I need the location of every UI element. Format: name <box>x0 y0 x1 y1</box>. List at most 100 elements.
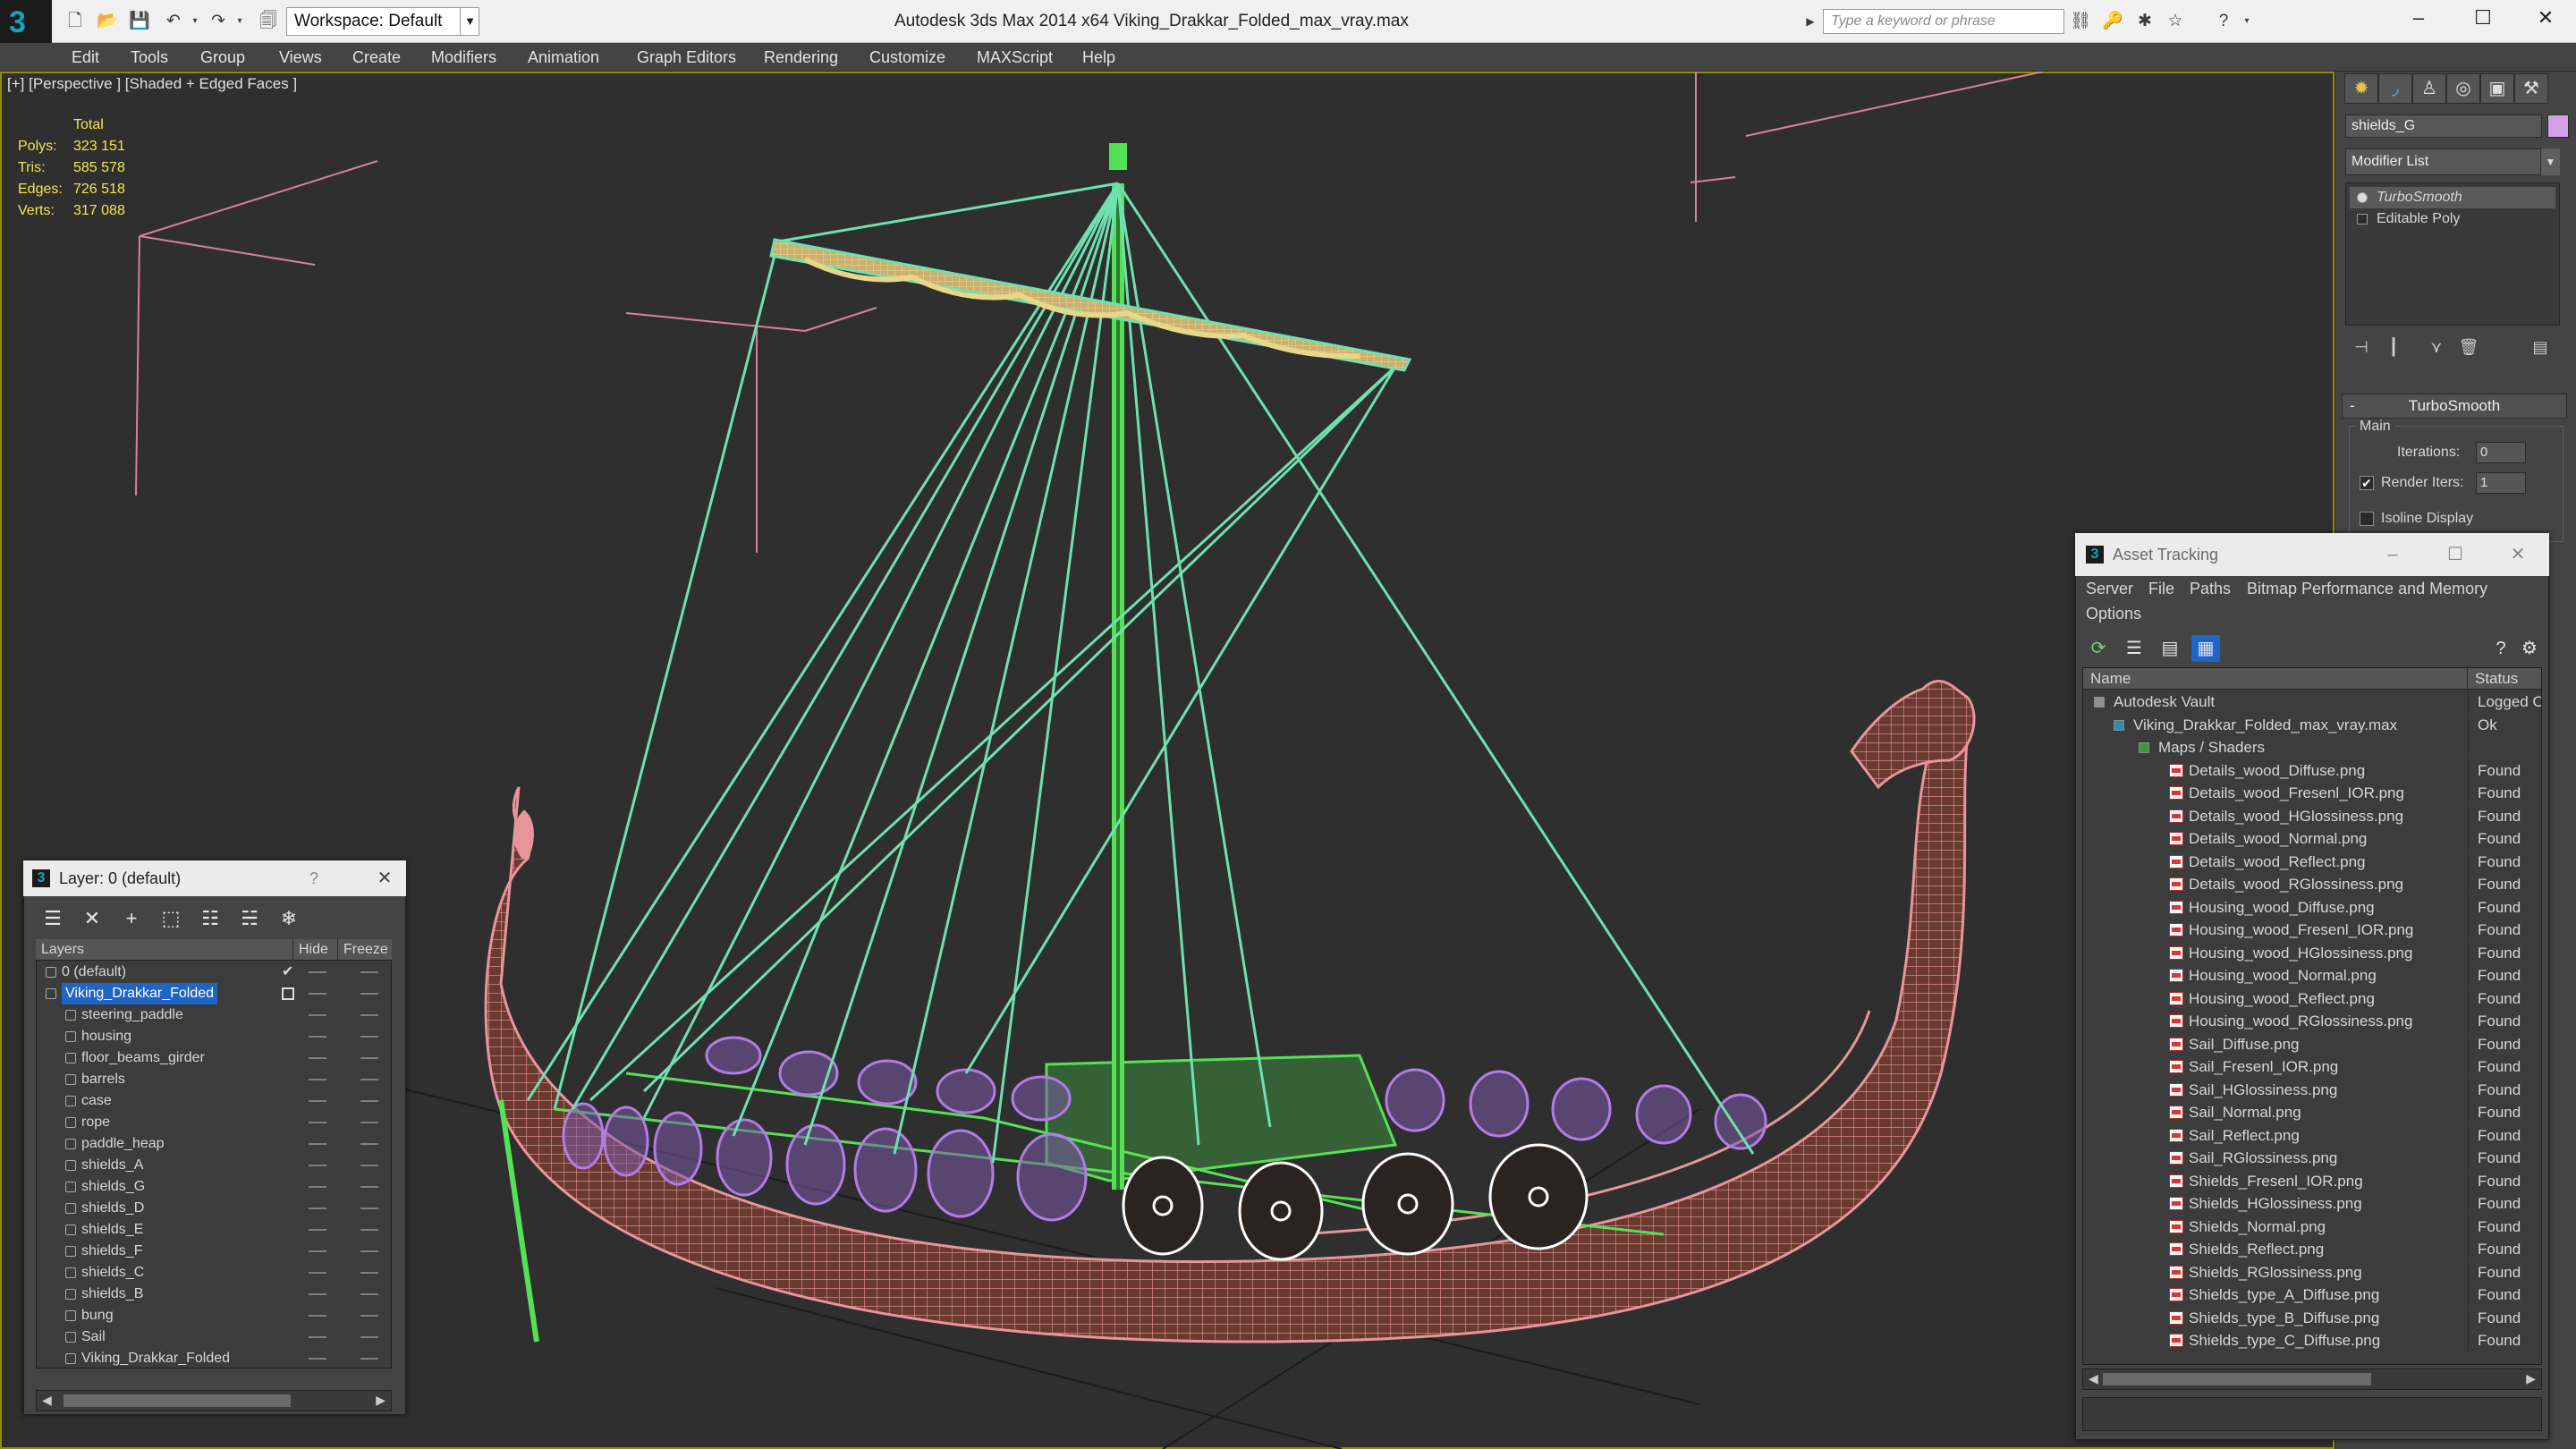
freeze-toggle[interactable] <box>360 1358 378 1360</box>
create-tab-icon[interactable]: ✹ <box>2344 73 2378 104</box>
isoline-checkbox[interactable] <box>2360 512 2374 526</box>
asset-row[interactable]: Sail_Normal.png Found <box>2083 1101 2541 1124</box>
freeze-toggle[interactable] <box>360 1165 378 1166</box>
freeze-toggle[interactable] <box>360 1186 378 1188</box>
utilities-tab-icon[interactable]: ⚒ <box>2514 73 2548 104</box>
layer-row[interactable]: barrels <box>37 1069 391 1090</box>
subscription-key-icon[interactable]: 🔑 <box>2102 11 2123 32</box>
viewport-label[interactable]: [+] [Perspective ] [Shaded + Edged Faces… <box>7 75 297 93</box>
layer-row[interactable]: shields_E <box>37 1219 391 1241</box>
layer-row[interactable]: shields_D <box>37 1198 391 1219</box>
freeze-toggle[interactable] <box>360 1143 378 1145</box>
menu-maxscript[interactable]: MAXScript <box>977 43 1053 72</box>
layer-name[interactable]: barrels <box>81 1069 125 1090</box>
column-hide[interactable]: Hide <box>293 939 338 961</box>
redo-dropdown-icon[interactable]: ▾ <box>229 11 250 32</box>
layer-name[interactable]: shields_F <box>81 1241 142 1262</box>
asset-row[interactable]: Sail_Reflect.png Found <box>2083 1123 2541 1148</box>
horizontal-scrollbar[interactable]: ◀ ▶ <box>36 1390 392 1411</box>
redo-icon[interactable]: ↷ <box>208 11 229 32</box>
hide-toggle[interactable] <box>309 1165 326 1166</box>
scroll-right-icon[interactable]: ▶ <box>376 1393 386 1408</box>
stack-item-turbosmooth[interactable]: TurboSmooth <box>2350 187 2555 208</box>
asset-row[interactable]: Shields_type_A_Diffuse.png Found <box>2083 1284 2541 1307</box>
asset-options-icon[interactable]: ⚙ <box>2515 635 2544 662</box>
asset-row[interactable]: Autodesk Vault Logged O <box>2083 691 2541 714</box>
asset-row[interactable]: Housing_wood_Normal.png Found <box>2083 964 2541 987</box>
layer-row[interactable]: shields_G <box>37 1176 391 1198</box>
display-tab-icon[interactable]: ▣ <box>2480 73 2514 104</box>
hide-toggle[interactable] <box>309 1272 326 1274</box>
hide-toggle[interactable] <box>309 1186 326 1188</box>
hide-toggle[interactable] <box>309 1315 326 1317</box>
open-folder-icon[interactable]: 📂 <box>97 11 118 32</box>
menu-edit[interactable]: Edit <box>72 43 99 72</box>
scrollbar-thumb[interactable] <box>2103 1373 2371 1385</box>
freeze-toggle[interactable] <box>360 1079 378 1080</box>
close-button[interactable]: ✕ <box>2487 533 2549 576</box>
asset-row[interactable]: Sail_HGlossiness.png Found <box>2083 1078 2541 1102</box>
asset-row[interactable]: Details_wood_Reflect.png Found <box>2083 850 2541 874</box>
remove-modifier-icon[interactable]: 🗑 <box>2453 333 2485 361</box>
table-view-icon[interactable]: ▦ <box>2191 635 2220 662</box>
layer-row[interactable]: shields_B <box>37 1284 391 1305</box>
save-icon[interactable]: 💾 <box>129 11 150 32</box>
close-icon[interactable]: ✕ <box>367 860 402 896</box>
render-iters-spinner[interactable]: 1 <box>2476 472 2526 494</box>
object-name-field[interactable]: shields_G <box>2345 114 2542 138</box>
menu-options[interactable]: Options <box>2086 601 2141 626</box>
turbosmooth-rollout-header[interactable]: - TurboSmooth <box>2342 394 2567 419</box>
freeze-toggle[interactable] <box>360 1036 378 1038</box>
scrollbar-thumb[interactable] <box>64 1394 291 1407</box>
asset-row[interactable]: Housing_wood_RGlossiness.png Found <box>2083 1010 2541 1033</box>
freeze-toggle[interactable] <box>360 971 378 973</box>
layer-name[interactable]: rope <box>81 1112 110 1133</box>
search-input[interactable]: Type a keyword or phrase <box>1823 9 2064 34</box>
hide-toggle[interactable] <box>309 1079 326 1080</box>
layer-row[interactable]: housing <box>37 1026 391 1047</box>
freeze-toggle[interactable] <box>360 1057 378 1059</box>
layer-name[interactable]: shields_D <box>81 1198 144 1219</box>
asset-row[interactable]: Shields_type_C_Diffuse.png Found <box>2083 1329 2541 1352</box>
layer-row[interactable]: case <box>37 1090 391 1112</box>
render-iters-checkbox[interactable]: ✔ <box>2360 476 2374 490</box>
hide-toggle[interactable] <box>309 1036 326 1038</box>
hide-toggle[interactable] <box>309 1122 326 1123</box>
app-logo-button[interactable]: 3 <box>0 0 52 43</box>
layer-row[interactable]: shields_C <box>37 1262 391 1284</box>
asset-tracking-titlebar[interactable]: 3 Asset Tracking – ☐ ✕ <box>2075 533 2549 576</box>
asset-row[interactable]: Shields_RGlossiness.png Found <box>2083 1260 2541 1284</box>
search-expand-icon[interactable]: ▶ <box>1800 11 1821 32</box>
menu-server[interactable]: Server <box>2086 576 2133 601</box>
asset-row[interactable]: Housing_wood_Diffuse.png Found <box>2083 895 2541 919</box>
layer-name[interactable]: steering_paddle <box>81 1004 183 1026</box>
freeze-toggle[interactable] <box>360 1250 378 1252</box>
layer-name[interactable]: Viking_Drakkar_Folded <box>62 983 218 1004</box>
configure-modifier-sets-icon[interactable]: ▤ <box>2524 333 2556 361</box>
scroll-left-icon[interactable]: ◀ <box>2089 1371 2098 1386</box>
freeze-toggle[interactable] <box>360 1100 378 1102</box>
layer-name[interactable]: bung <box>81 1305 114 1326</box>
layer-name[interactable]: paddle_heap <box>81 1133 165 1155</box>
add-to-layer-icon[interactable]: + <box>116 903 147 934</box>
menu-modifiers[interactable]: Modifiers <box>431 43 496 72</box>
asset-row[interactable]: Details_wood_RGlossiness.png Found <box>2083 873 2541 896</box>
menu-animation[interactable]: Animation <box>528 43 599 72</box>
asset-row[interactable]: Housing_wood_Fresenl_IOR.png Found <box>2083 919 2541 942</box>
asset-row[interactable]: Sail_Fresenl_IOR.png Found <box>2083 1055 2541 1079</box>
expand-plus-icon[interactable] <box>2357 214 2368 225</box>
freeze-all-layers-icon[interactable]: ❄ <box>274 903 304 934</box>
layer-row[interactable]: paddle_heap <box>37 1133 391 1155</box>
layer-name[interactable]: shields_A <box>81 1155 143 1176</box>
layer-row[interactable]: 0 (default) ✔ <box>37 962 391 983</box>
hide-toggle[interactable] <box>309 1143 326 1145</box>
freeze-toggle[interactable] <box>360 993 378 995</box>
freeze-toggle[interactable] <box>360 1229 378 1231</box>
menu-group[interactable]: Group <box>200 43 245 72</box>
menu-tools[interactable]: Tools <box>131 43 168 72</box>
undo-dropdown-icon[interactable]: ▾ <box>184 11 206 32</box>
asset-row[interactable]: Sail_Diffuse.png Found <box>2083 1032 2541 1056</box>
list-view-icon[interactable]: ☰ <box>2120 635 2148 662</box>
hide-toggle[interactable] <box>309 971 326 973</box>
show-end-result-icon[interactable]: ┃ <box>2377 333 2410 361</box>
